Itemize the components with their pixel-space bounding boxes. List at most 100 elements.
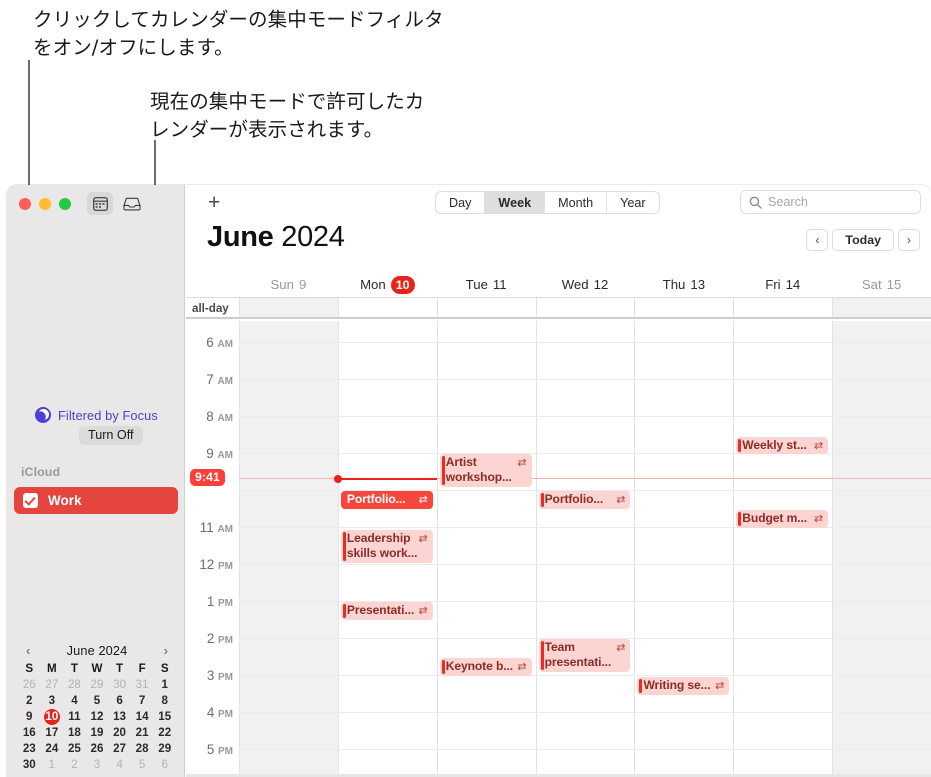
mini-calendar-day[interactable]: 6 bbox=[108, 693, 131, 709]
view-tab-month[interactable]: Month bbox=[545, 192, 608, 213]
all-day-row[interactable]: all-day bbox=[186, 298, 931, 319]
sidebar-item-calendar-work[interactable]: Work bbox=[14, 487, 178, 514]
mini-calendar-day[interactable]: 28 bbox=[131, 741, 154, 757]
all-day-cell[interactable] bbox=[832, 298, 931, 317]
mini-calendar-day[interactable]: 2 bbox=[63, 757, 86, 773]
view-tab-week[interactable]: Week bbox=[485, 192, 546, 213]
close-button[interactable] bbox=[19, 198, 31, 210]
mini-calendar-day[interactable]: 27 bbox=[41, 677, 64, 693]
filtered-by-focus-row[interactable]: Filtered by Focus bbox=[35, 407, 158, 423]
mini-calendar-day[interactable]: 19 bbox=[86, 725, 109, 741]
day-header-wed[interactable]: Wed 12 bbox=[536, 272, 635, 297]
mini-calendar-day[interactable]: 3 bbox=[86, 757, 109, 773]
add-event-button[interactable]: + bbox=[208, 192, 220, 213]
mini-calendar-day[interactable]: 28 bbox=[63, 677, 86, 693]
mini-calendar-day[interactable]: 2 bbox=[18, 693, 41, 709]
mini-calendar-day[interactable]: 6 bbox=[153, 757, 176, 773]
calendar-view-icon[interactable] bbox=[87, 192, 113, 215]
day-header-thu[interactable]: Thu 13 bbox=[634, 272, 733, 297]
calendar-event[interactable]: Presentati... ⇄ bbox=[340, 602, 433, 620]
all-day-cell[interactable] bbox=[634, 298, 733, 317]
day-column-sat[interactable] bbox=[832, 321, 931, 777]
all-day-cell[interactable] bbox=[239, 298, 338, 317]
mini-calendar-day[interactable]: 23 bbox=[18, 741, 41, 757]
calendar-event[interactable]: Budget m... ⇄ bbox=[736, 510, 829, 528]
day-column-fri[interactable] bbox=[733, 321, 832, 777]
mini-calendar-day[interactable]: 14 bbox=[131, 709, 154, 725]
mini-calendar-day[interactable]: 8 bbox=[153, 693, 176, 709]
day-column-tue[interactable] bbox=[436, 321, 536, 777]
hour-label: 9 AM bbox=[186, 446, 239, 461]
mini-calendar-day-today[interactable]: 10 bbox=[41, 709, 64, 725]
mini-calendar-day[interactable]: 18 bbox=[63, 725, 86, 741]
all-day-cell[interactable] bbox=[535, 298, 635, 317]
view-tab-day[interactable]: Day bbox=[436, 192, 486, 213]
day-header-mon[interactable]: Mon 10 bbox=[338, 272, 437, 297]
mini-calendar-day[interactable]: 25 bbox=[63, 741, 86, 757]
mini-calendar-day[interactable]: 24 bbox=[41, 741, 64, 757]
window-traffic-lights bbox=[19, 198, 71, 210]
previous-week-button[interactable]: ‹ bbox=[806, 229, 829, 251]
mini-calendar-day[interactable]: 29 bbox=[153, 741, 176, 757]
turn-off-focus-button[interactable]: Turn Off bbox=[79, 426, 143, 445]
day-column-wed[interactable] bbox=[535, 321, 635, 777]
calendar-event[interactable]: Team presentati... ⇄ bbox=[538, 639, 631, 672]
inbox-icon[interactable] bbox=[119, 192, 145, 215]
calendar-checkbox[interactable] bbox=[23, 493, 38, 508]
day-header-sun[interactable]: Sun 9 bbox=[239, 272, 338, 297]
mini-calendar-day[interactable]: 9 bbox=[18, 709, 41, 725]
calendar-event[interactable]: Portfolio... ⇄ bbox=[340, 491, 433, 509]
mini-calendar-day[interactable]: 27 bbox=[108, 741, 131, 757]
mini-calendar-day[interactable]: 21 bbox=[131, 725, 154, 741]
mini-calendar-day[interactable]: 1 bbox=[153, 677, 176, 693]
minimize-button[interactable] bbox=[39, 198, 51, 210]
mini-calendar-day[interactable]: 11 bbox=[63, 709, 86, 725]
day-header-date: 11 bbox=[492, 277, 507, 292]
day-header-sat[interactable]: Sat 15 bbox=[832, 272, 931, 297]
mini-calendar-day[interactable]: 5 bbox=[131, 757, 154, 773]
mini-calendar-day[interactable]: 31 bbox=[131, 677, 154, 693]
zoom-button[interactable] bbox=[59, 198, 71, 210]
mini-calendar-day[interactable]: 1 bbox=[41, 757, 64, 773]
next-week-button[interactable]: › bbox=[898, 229, 920, 251]
mini-calendar-day[interactable]: 16 bbox=[18, 725, 41, 741]
all-day-cell[interactable] bbox=[733, 298, 832, 317]
mini-calendar-day-number: 5 bbox=[138, 758, 146, 771]
mini-calendar-day[interactable]: 29 bbox=[86, 677, 109, 693]
mini-calendar-day-number: 21 bbox=[135, 726, 149, 739]
calendar-event[interactable]: Writing se... ⇄ bbox=[637, 677, 730, 695]
day-header-fri[interactable]: Fri 14 bbox=[733, 272, 832, 297]
mini-calendar-day[interactable]: 30 bbox=[108, 677, 131, 693]
mini-calendar-day[interactable]: 3 bbox=[41, 693, 64, 709]
calendar-event[interactable]: Weekly st... ⇄ bbox=[736, 437, 829, 454]
mini-calendar-day[interactable]: 26 bbox=[86, 741, 109, 757]
mini-calendar-day[interactable]: 4 bbox=[108, 757, 131, 773]
mini-calendar-day[interactable]: 13 bbox=[108, 709, 131, 725]
view-tab-year[interactable]: Year bbox=[607, 192, 658, 213]
calendar-event[interactable]: Portfolio... ⇄ bbox=[538, 491, 631, 509]
calendar-event[interactable]: Artist workshop... ⇄ bbox=[439, 454, 532, 487]
all-day-cell[interactable] bbox=[337, 298, 437, 317]
calendar-event[interactable]: Leadership skills work... ⇄ bbox=[340, 530, 433, 563]
mini-calendar-day[interactable]: 26 bbox=[18, 677, 41, 693]
day-header-tue[interactable]: Tue 11 bbox=[437, 272, 536, 297]
mini-calendar-day[interactable]: 15 bbox=[153, 709, 176, 725]
mini-calendar-day[interactable]: 22 bbox=[153, 725, 176, 741]
mini-calendar-day[interactable]: 5 bbox=[86, 693, 109, 709]
event-title: Team presentati... bbox=[544, 640, 612, 669]
mini-calendar-day[interactable]: 4 bbox=[63, 693, 86, 709]
mini-calendar-next-icon[interactable]: › bbox=[162, 644, 170, 657]
mini-calendar-prev-icon[interactable]: ‹ bbox=[24, 644, 32, 657]
time-grid-scroll-area[interactable]: 6 AM 7 AM 8 AM 9 AM 11 AM 12 PM 1 PM 2 PM 3 PM 4 … bbox=[186, 321, 931, 777]
search-input[interactable]: Search bbox=[740, 190, 921, 214]
mini-calendar-day[interactable]: 20 bbox=[108, 725, 131, 741]
day-column-sun[interactable] bbox=[239, 321, 338, 777]
day-column-thu[interactable] bbox=[634, 321, 733, 777]
today-button[interactable]: Today bbox=[832, 229, 894, 251]
all-day-cell[interactable] bbox=[436, 298, 536, 317]
mini-calendar-day[interactable]: 12 bbox=[86, 709, 109, 725]
mini-calendar-day[interactable]: 17 bbox=[41, 725, 64, 741]
mini-calendar-day[interactable]: 7 bbox=[131, 693, 154, 709]
calendar-event[interactable]: Keynote b... ⇄ bbox=[439, 658, 532, 676]
mini-calendar-day[interactable]: 30 bbox=[18, 757, 41, 773]
